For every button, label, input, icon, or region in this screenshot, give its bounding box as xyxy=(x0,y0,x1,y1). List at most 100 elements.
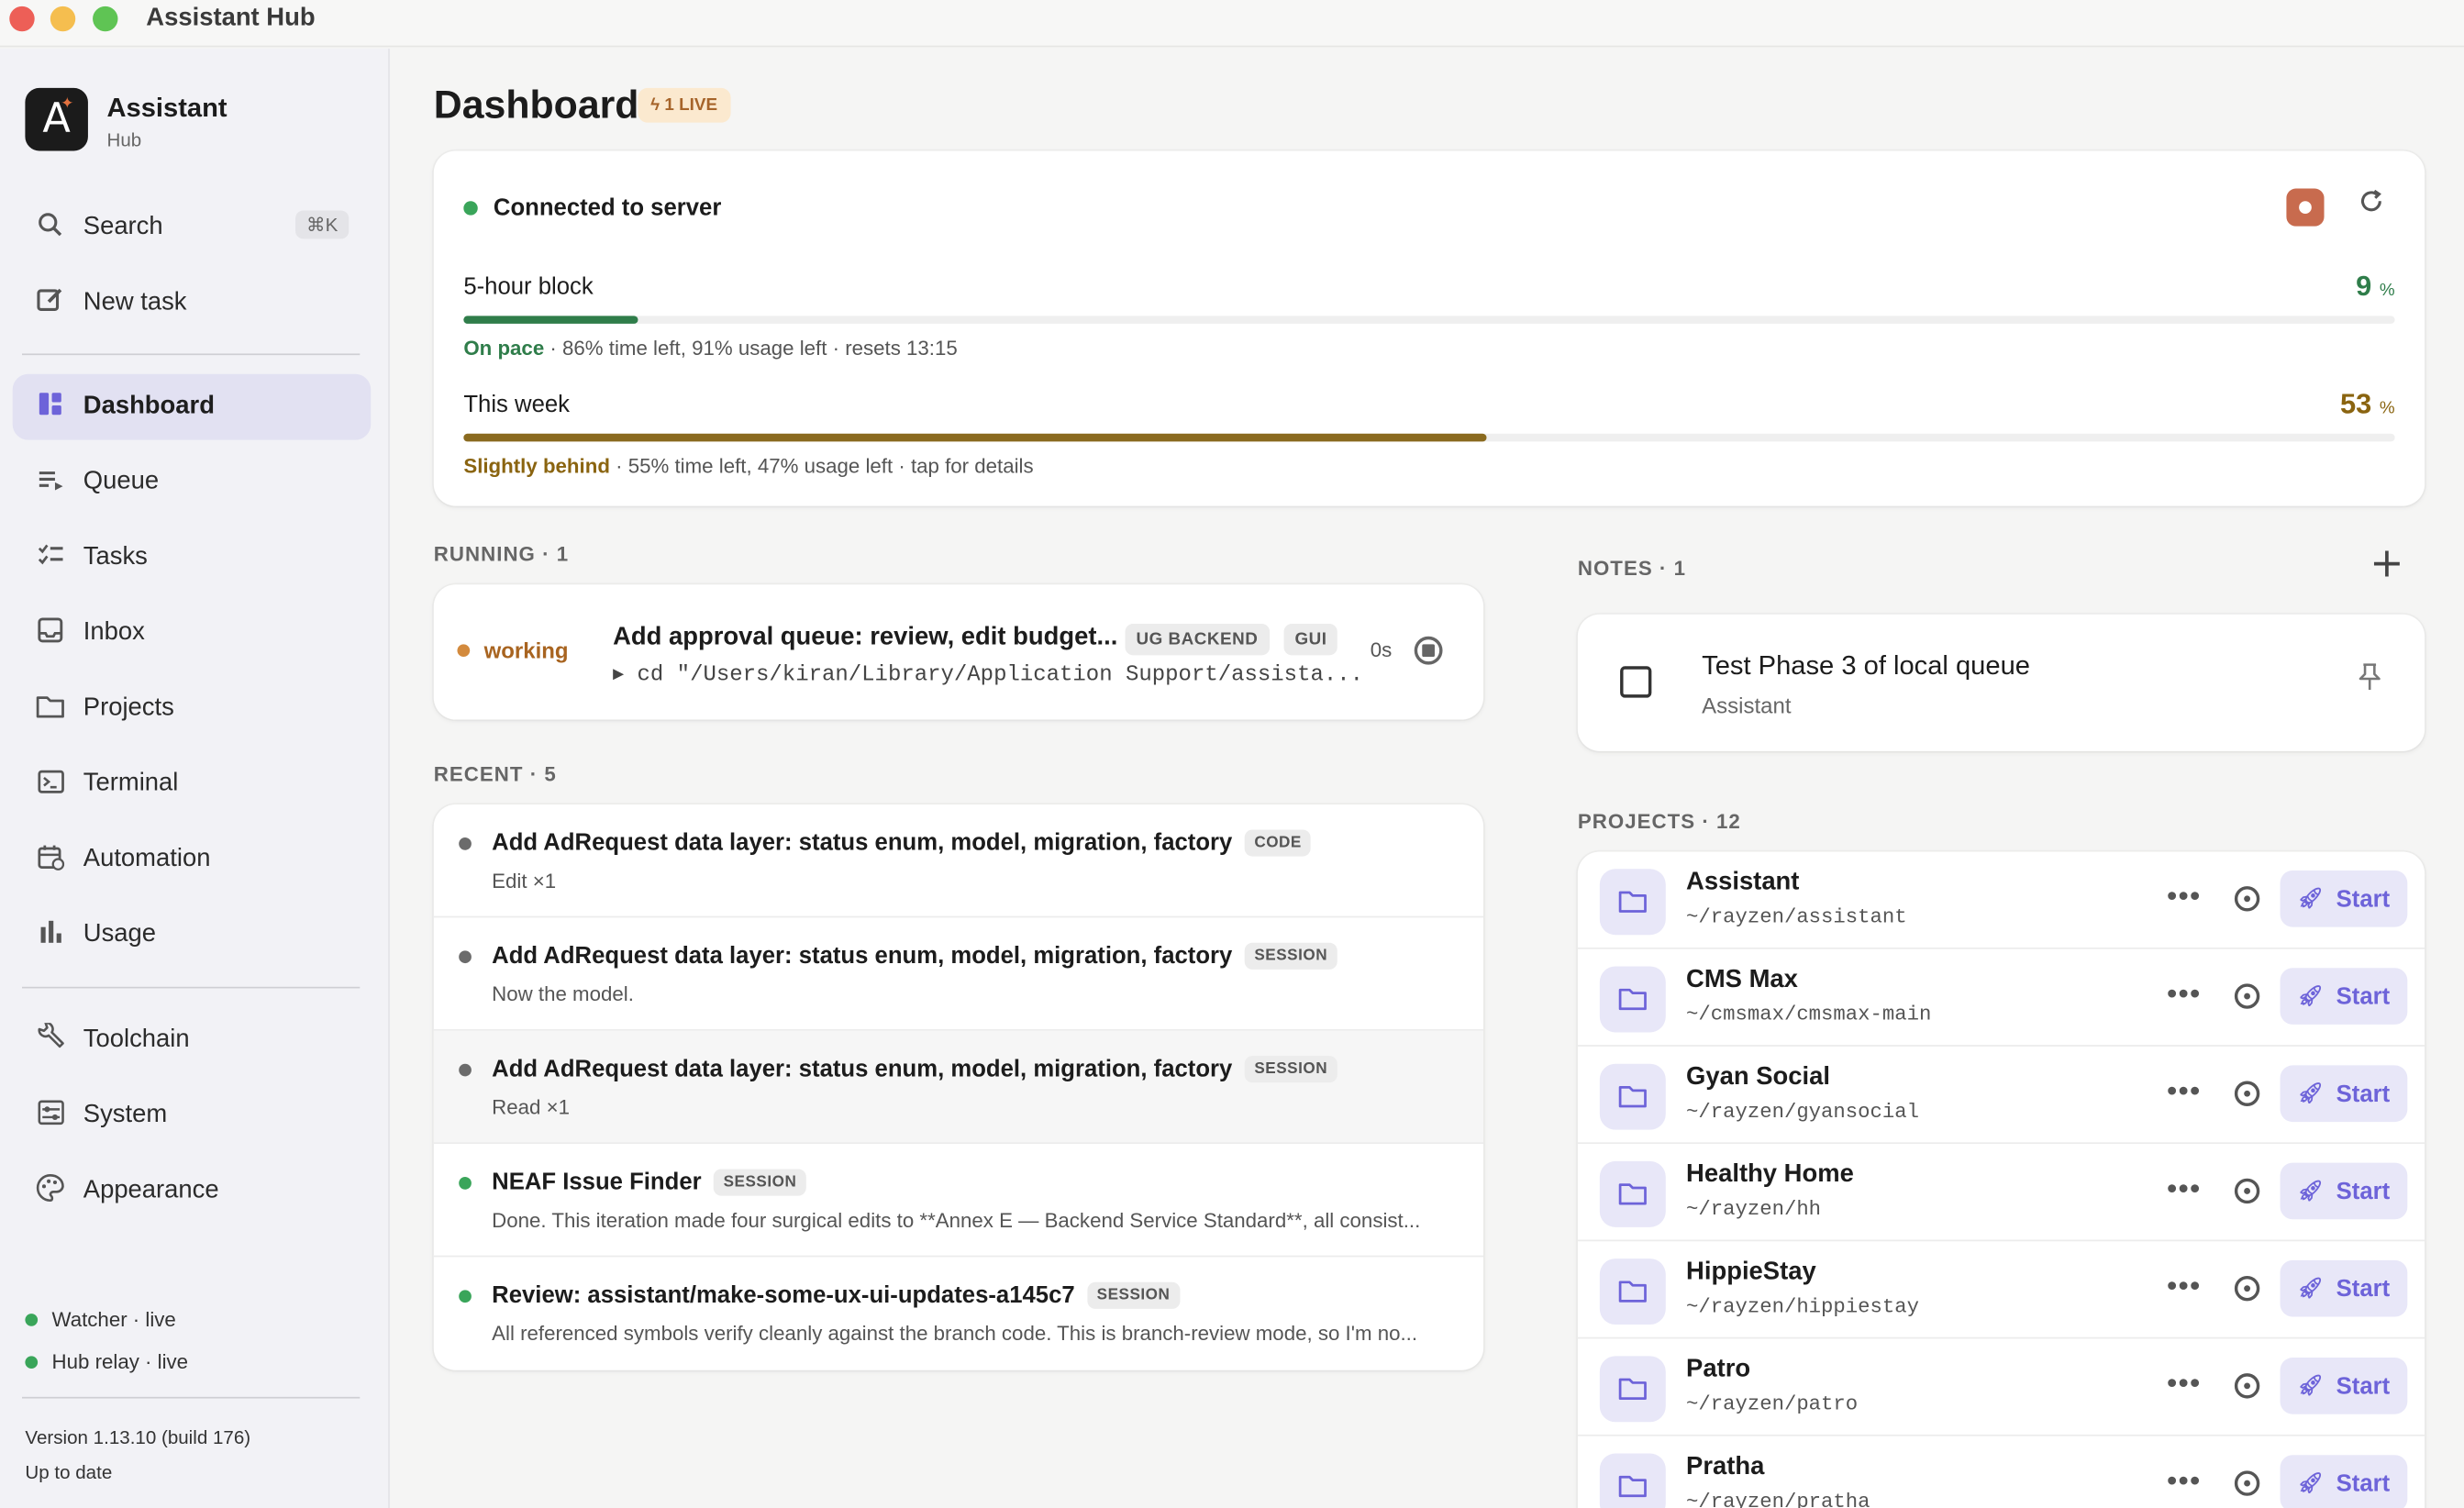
sidebar-item-appearance[interactable]: Appearance xyxy=(13,1158,372,1224)
status-dot xyxy=(463,201,478,216)
rocket-icon: 🚀︎ xyxy=(2297,984,2324,1008)
folder-icon xyxy=(1599,1063,1666,1130)
start-button[interactable]: 🚀︎ Start xyxy=(2280,1259,2408,1317)
spark-icon: ✦ xyxy=(61,95,74,114)
sidebar-item-dashboard[interactable]: Dashboard xyxy=(12,373,372,440)
block-description: On pace · 86% time left, 91% usage left … xyxy=(463,336,958,360)
note-checkbox[interactable] xyxy=(1620,666,1652,698)
rocket-icon: 🚀︎ xyxy=(2297,886,2324,911)
pin-icon[interactable] xyxy=(2359,663,2381,699)
queue-icon xyxy=(33,467,68,498)
more-icon[interactable]: ••• xyxy=(2167,880,2202,913)
status-dot xyxy=(459,837,472,850)
week-description[interactable]: Slightly behind · 55% time left, 47% usa… xyxy=(463,454,1033,478)
week-progress-bar[interactable] xyxy=(463,433,2395,442)
target-icon[interactable] xyxy=(2234,983,2260,1009)
target-icon[interactable] xyxy=(2234,1470,2260,1496)
sidebar-item-inbox[interactable]: Inbox xyxy=(13,600,372,666)
watcher-status: Watcher · live xyxy=(25,1307,176,1331)
sidebar-new-task[interactable]: New task xyxy=(13,271,372,337)
target-icon[interactable] xyxy=(2234,1373,2260,1399)
project-name: Assistant xyxy=(1686,869,1800,896)
search-label: Search xyxy=(83,213,163,241)
item-title: Review: assistant/make-some-ux-ui-update… xyxy=(492,1281,1075,1309)
refresh-icon[interactable] xyxy=(2359,189,2383,222)
item-subtitle: Edit ×1 xyxy=(492,869,557,893)
running-section-label: RUNNING · 1 xyxy=(433,541,570,566)
target-icon[interactable] xyxy=(2234,1081,2260,1106)
project-row[interactable]: Assistant ~/rayzen/assistant ••• 🚀︎ Start xyxy=(1577,851,2425,949)
brand-name: Assistant xyxy=(106,93,228,123)
close-window-button[interactable] xyxy=(9,6,35,32)
project-name: Pratha xyxy=(1686,1453,1765,1480)
list-item[interactable]: NEAF Issue Finder SESSION Done. This iter… xyxy=(433,1144,1484,1258)
project-row[interactable]: Healthy Home ~/rayzen/hh ••• 🚀︎ Start xyxy=(1577,1144,2425,1242)
start-button[interactable]: 🚀︎ Start xyxy=(2280,1358,2408,1414)
folder-icon xyxy=(1599,1259,1666,1325)
sidebar-item-queue[interactable]: Queue xyxy=(13,449,372,516)
note-card[interactable]: Test Phase 3 of local queue Assistant xyxy=(1577,614,2425,751)
add-note-icon[interactable]: + xyxy=(2370,544,2403,585)
running-task-card[interactable]: working Add approval queue: review, edit… xyxy=(433,584,1484,720)
dashboard-icon xyxy=(33,392,68,423)
status-dot xyxy=(459,1290,472,1303)
project-path: ~/rayzen/hippiestay xyxy=(1686,1294,1919,1319)
more-icon[interactable]: ••• xyxy=(2167,1270,2202,1303)
sidebar-item-toolchain[interactable]: Toolchain xyxy=(13,1007,372,1073)
sidebar-item-tasks[interactable]: Tasks xyxy=(13,525,372,591)
main-content: Dashboard ϟ 1 LIVE Connected to server 5… xyxy=(392,49,2464,1508)
sidebar-search[interactable]: Search ⌘K xyxy=(13,194,372,261)
rocket-icon: 🚀︎ xyxy=(2297,1081,2324,1106)
list-item[interactable]: Add AdRequest data layer: status enum, m… xyxy=(433,804,1484,918)
project-row[interactable]: Patro ~/rayzen/patro ••• 🚀︎ Start xyxy=(1577,1338,2425,1436)
sidebar-item-automation[interactable]: Automation xyxy=(13,826,372,893)
target-icon[interactable] xyxy=(2234,886,2260,912)
rocket-icon: 🚀︎ xyxy=(2297,1471,2324,1495)
project-path: ~/rayzen/assistant xyxy=(1686,904,1907,929)
status-dot xyxy=(459,950,472,964)
start-button[interactable]: 🚀︎ Start xyxy=(2280,1065,2408,1123)
block-label: 5-hour block xyxy=(463,273,594,301)
folder-icon xyxy=(1599,869,1666,936)
tag-badge: SESSION xyxy=(714,1169,806,1196)
start-button[interactable]: 🚀︎ Start xyxy=(2280,870,2408,927)
list-item[interactable]: Add AdRequest data layer: status enum, m… xyxy=(433,917,1484,1031)
item-subtitle: Read ×1 xyxy=(492,1094,570,1119)
project-path: ~/rayzen/pratha xyxy=(1686,1489,1870,1508)
more-icon[interactable]: ••• xyxy=(2167,1465,2202,1498)
project-name: Healthy Home xyxy=(1686,1160,1854,1189)
record-button[interactable] xyxy=(2286,188,2325,227)
sidebar-item-terminal[interactable]: Terminal xyxy=(13,751,372,817)
list-item[interactable]: Review: assistant/make-some-ux-ui-update… xyxy=(434,1257,1483,1369)
project-row[interactable]: CMS Max ~/cmsmax/cmsmax-main ••• 🚀︎ Start xyxy=(1577,949,2425,1047)
target-icon[interactable] xyxy=(2234,1275,2260,1302)
minimize-window-button[interactable] xyxy=(50,6,76,32)
sidebar-item-system[interactable]: System xyxy=(13,1082,372,1148)
project-row[interactable]: Gyan Social ~/rayzen/gyansocial ••• 🚀︎ St… xyxy=(1577,1047,2425,1145)
more-icon[interactable]: ••• xyxy=(2167,977,2202,1010)
week-percent: 53 % xyxy=(2339,388,2395,420)
sidebar-item-label: Tasks xyxy=(83,543,148,571)
zoom-window-button[interactable] xyxy=(93,6,118,32)
item-subtitle: All referenced symbols verify cleanly ag… xyxy=(492,1321,1418,1346)
sidebar-item-projects[interactable]: Projects xyxy=(13,676,372,742)
target-icon[interactable] xyxy=(2234,1178,2260,1204)
start-button[interactable]: 🚀︎ Start xyxy=(2280,1455,2408,1508)
start-button[interactable]: 🚀︎ Start xyxy=(2280,1162,2408,1220)
running-command: ▸ cd "/Users/kiran/Library/Application S… xyxy=(613,662,1364,689)
more-icon[interactable]: ••• xyxy=(2167,1172,2202,1205)
stop-icon[interactable] xyxy=(1414,636,1443,665)
start-button[interactable]: 🚀︎ Start xyxy=(2280,968,2408,1025)
list-item[interactable]: Add AdRequest data layer: status enum, m… xyxy=(433,1030,1484,1145)
project-row[interactable]: Pratha ~/rayzen/pratha ••• 🚀︎ Start xyxy=(1578,1436,2425,1508)
project-row[interactable]: HippieStay ~/rayzen/hippiestay ••• 🚀︎ Sta… xyxy=(1577,1241,2425,1339)
rocket-icon: 🚀︎ xyxy=(2297,1179,2324,1203)
week-progress-fill xyxy=(463,433,1488,442)
more-icon[interactable]: ••• xyxy=(2167,1075,2202,1108)
recent-section-label: RECENT · 5 xyxy=(433,761,557,786)
more-icon[interactable]: ••• xyxy=(2167,1367,2202,1400)
sidebar-item-label: Projects xyxy=(83,694,174,722)
sidebar-divider xyxy=(21,1396,361,1399)
status-dot xyxy=(25,1355,39,1369)
sidebar-item-usage[interactable]: Usage xyxy=(13,902,372,968)
